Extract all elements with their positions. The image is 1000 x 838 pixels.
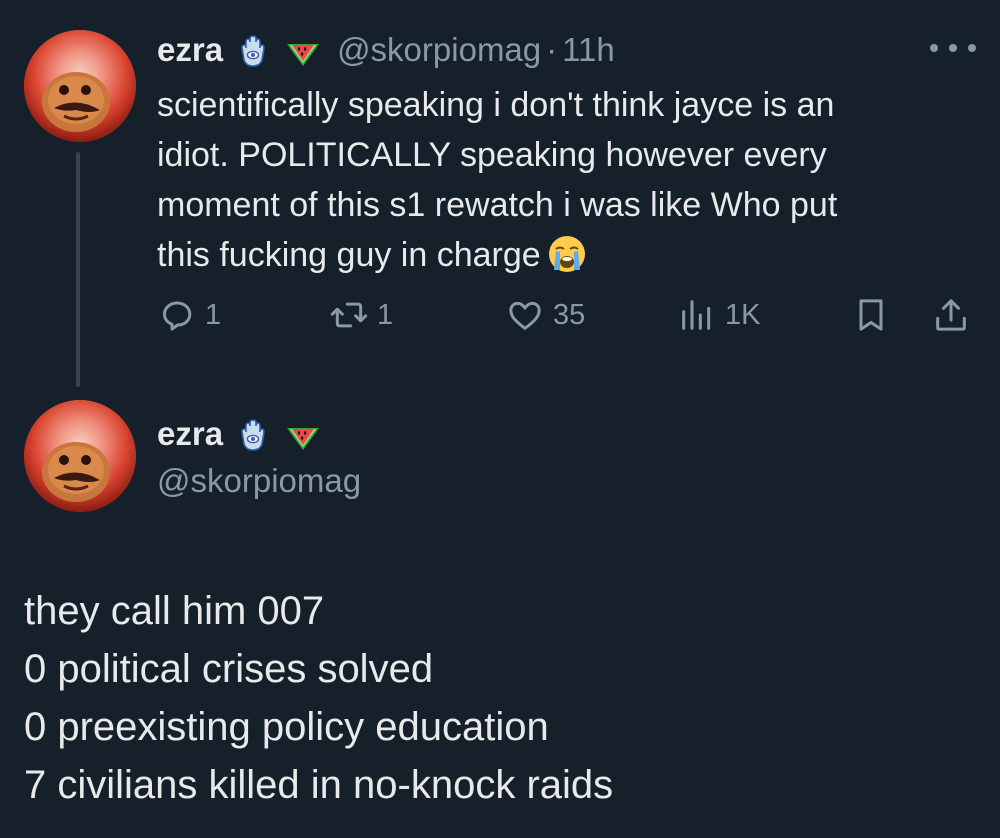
avatar-image [24, 30, 136, 142]
retweet-count: 1 [377, 298, 394, 331]
hamsa-icon [233, 414, 273, 454]
more-options-icon[interactable] [930, 38, 976, 58]
share-icon [936, 299, 966, 331]
share-button[interactable] [931, 290, 971, 340]
avatar-image [24, 400, 136, 512]
tweet-actions-bar: 1 1 35 1K [157, 290, 977, 340]
reply-icon [163, 301, 192, 331]
bookmark-button[interactable] [851, 290, 891, 340]
retweet-icon [330, 302, 368, 328]
bookmark-icon [859, 299, 883, 331]
views-button[interactable]: 1K [677, 290, 760, 340]
timestamp[interactable]: 11h [562, 31, 615, 69]
main-tweet-line: 7 civilians killed in no-knock raids [24, 763, 614, 807]
separator-dot: · [546, 31, 558, 68]
display-name[interactable]: ezra [157, 31, 223, 69]
retweet-button[interactable]: 1 [329, 290, 393, 340]
analytics-icon [682, 300, 711, 330]
main-tweet-line: 0 political crises solved [24, 647, 434, 691]
avatar[interactable] [24, 400, 136, 512]
tweet-text-line: scientifically speaking i don't think ja… [157, 86, 835, 124]
reply-button[interactable]: 1 [157, 290, 221, 340]
watermelon-icon [283, 414, 323, 454]
like-button[interactable]: 35 [505, 290, 585, 340]
heart-icon [509, 301, 541, 330]
watermelon-icon [283, 30, 323, 70]
view-count: 1K [725, 298, 761, 331]
main-tweet-text: they call him 007 0 political crises sol… [24, 582, 974, 814]
like-count: 35 [553, 298, 586, 331]
tweet-text-line: this fucking guy in charge [157, 236, 541, 274]
main-tweet-author: ezra [157, 412, 323, 456]
tweet-header: ezra @skorpiomag · 11h [157, 28, 615, 72]
main-tweet-line: they call him 007 [24, 589, 325, 633]
display-name[interactable]: ezra [157, 415, 223, 453]
main-tweet-line: 0 preexisting policy education [24, 705, 549, 749]
loudly-crying-face-icon [547, 234, 587, 274]
tweet-text: scientifically speaking i don't think ja… [157, 80, 957, 280]
tweet-text-line: idiot. POLITICALLY speaking however ever… [157, 136, 827, 174]
avatar[interactable] [24, 30, 136, 142]
user-handle[interactable]: @skorpiomag [337, 31, 541, 69]
thread-connector-line [76, 152, 80, 387]
hamsa-icon [233, 30, 273, 70]
user-handle[interactable]: @skorpiomag [157, 462, 361, 500]
tweet-text-line: moment of this s1 rewatch i was like Who… [157, 186, 838, 224]
reply-count: 1 [205, 298, 222, 331]
tweet-text-line-last: this fucking guy in charge [157, 230, 957, 280]
